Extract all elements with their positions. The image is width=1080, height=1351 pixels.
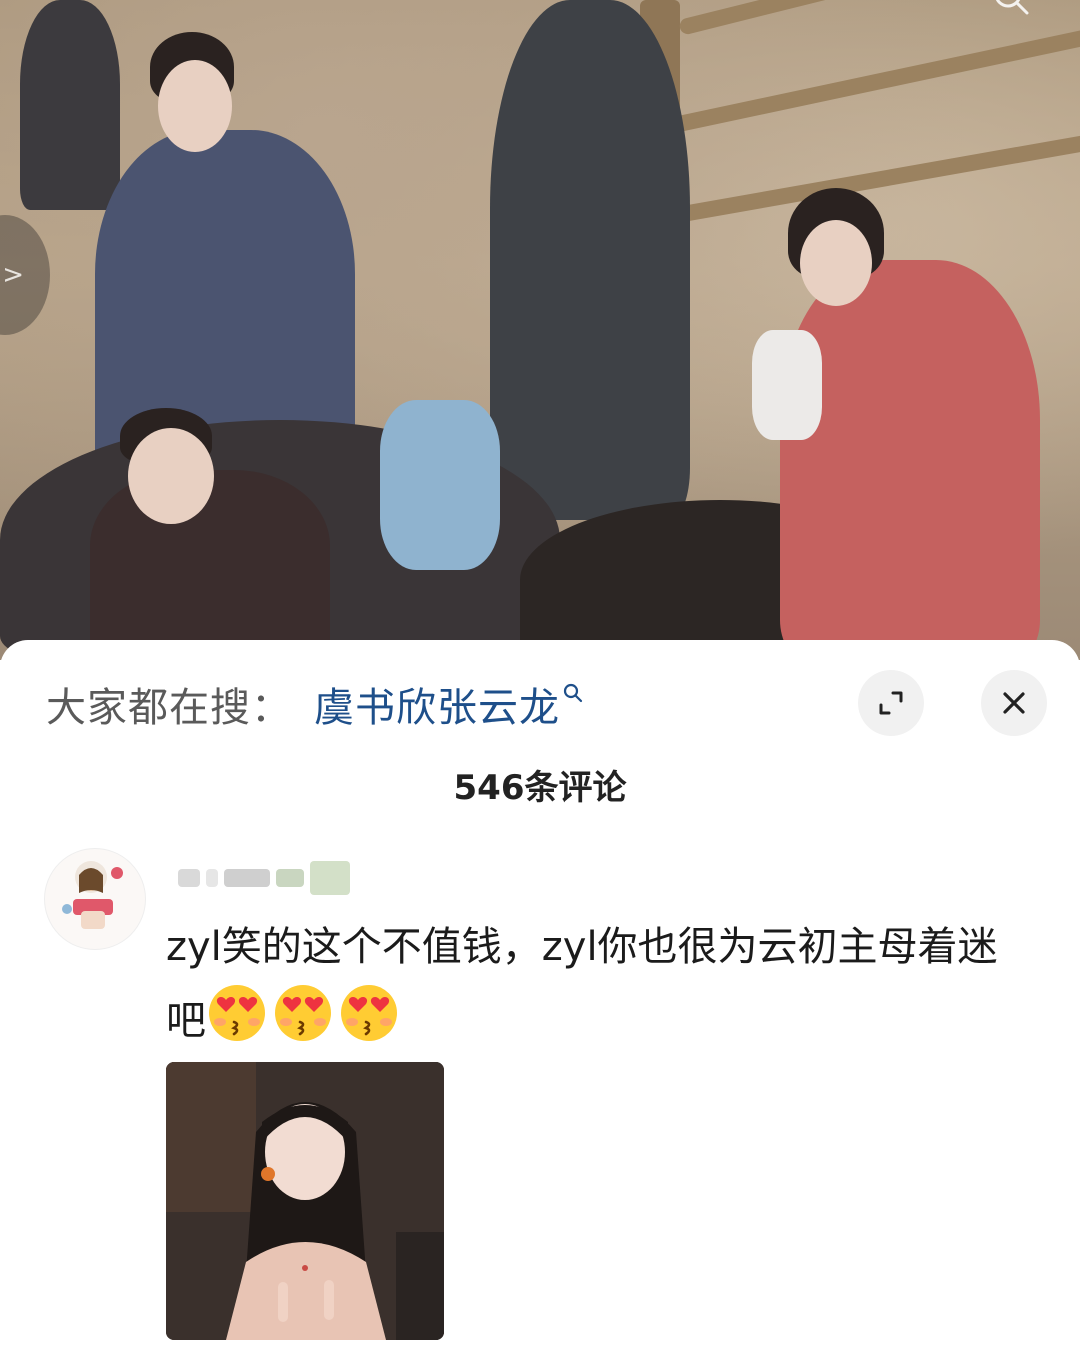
- emoji-group: [206, 982, 400, 1044]
- scene-figure-dark: [20, 0, 120, 210]
- heart-eyes-kiss-emoji: [209, 985, 265, 1041]
- username-redacted: [224, 869, 270, 887]
- username-redacted: [310, 861, 350, 895]
- username-redacted: [276, 869, 304, 887]
- comment-text: zyl笑的这个不值钱，zyl你也很为云初主母着迷吧: [166, 912, 1026, 1056]
- avatar[interactable]: [44, 848, 146, 950]
- scene-cloth-lightblue: [380, 400, 500, 570]
- comment-count-title: 546条评论: [453, 768, 627, 808]
- trending-search-term[interactable]: 虞书欣张云龙: [314, 675, 560, 733]
- scene-head: [158, 60, 232, 152]
- scene-figure-red-dress: [780, 260, 1040, 660]
- expand-button[interactable]: [858, 670, 924, 736]
- username-blurred[interactable]: [178, 858, 368, 898]
- trending-search-label: 大家都在搜：: [46, 685, 292, 731]
- expand-icon: [879, 691, 903, 715]
- scene-fence-rail: [658, 28, 1080, 136]
- video-player[interactable]: >: [0, 0, 1080, 660]
- scene-head: [128, 428, 214, 524]
- scene-figure-armored: [490, 0, 690, 520]
- search-icon[interactable]: [990, 0, 1030, 20]
- comment-attached-image[interactable]: [166, 1062, 444, 1340]
- trending-search-bar[interactable]: 大家都在搜： 虞书欣张云龙: [46, 674, 584, 734]
- comments-panel: 大家都在搜： 虞书欣张云龙 546条评论 zyl笑的这个不值钱，zyl你也很为云…: [0, 640, 1080, 1351]
- close-button[interactable]: [981, 670, 1047, 736]
- avatar-illustration: [62, 861, 123, 929]
- scene-figure-front: [90, 470, 330, 660]
- heart-eyes-kiss-emoji: [341, 985, 397, 1041]
- heart-eyes-kiss-emoji: [275, 985, 331, 1041]
- scene-head: [800, 220, 872, 306]
- username-redacted: [206, 869, 218, 887]
- chevron-right-icon: >: [2, 260, 24, 290]
- video-side-expand-button[interactable]: >: [0, 215, 50, 335]
- comment-image-illustration: [166, 1062, 444, 1340]
- scene-sleeve-white: [752, 330, 822, 440]
- close-icon: [1003, 692, 1025, 714]
- username-redacted: [178, 869, 200, 887]
- search-icon: [563, 683, 583, 703]
